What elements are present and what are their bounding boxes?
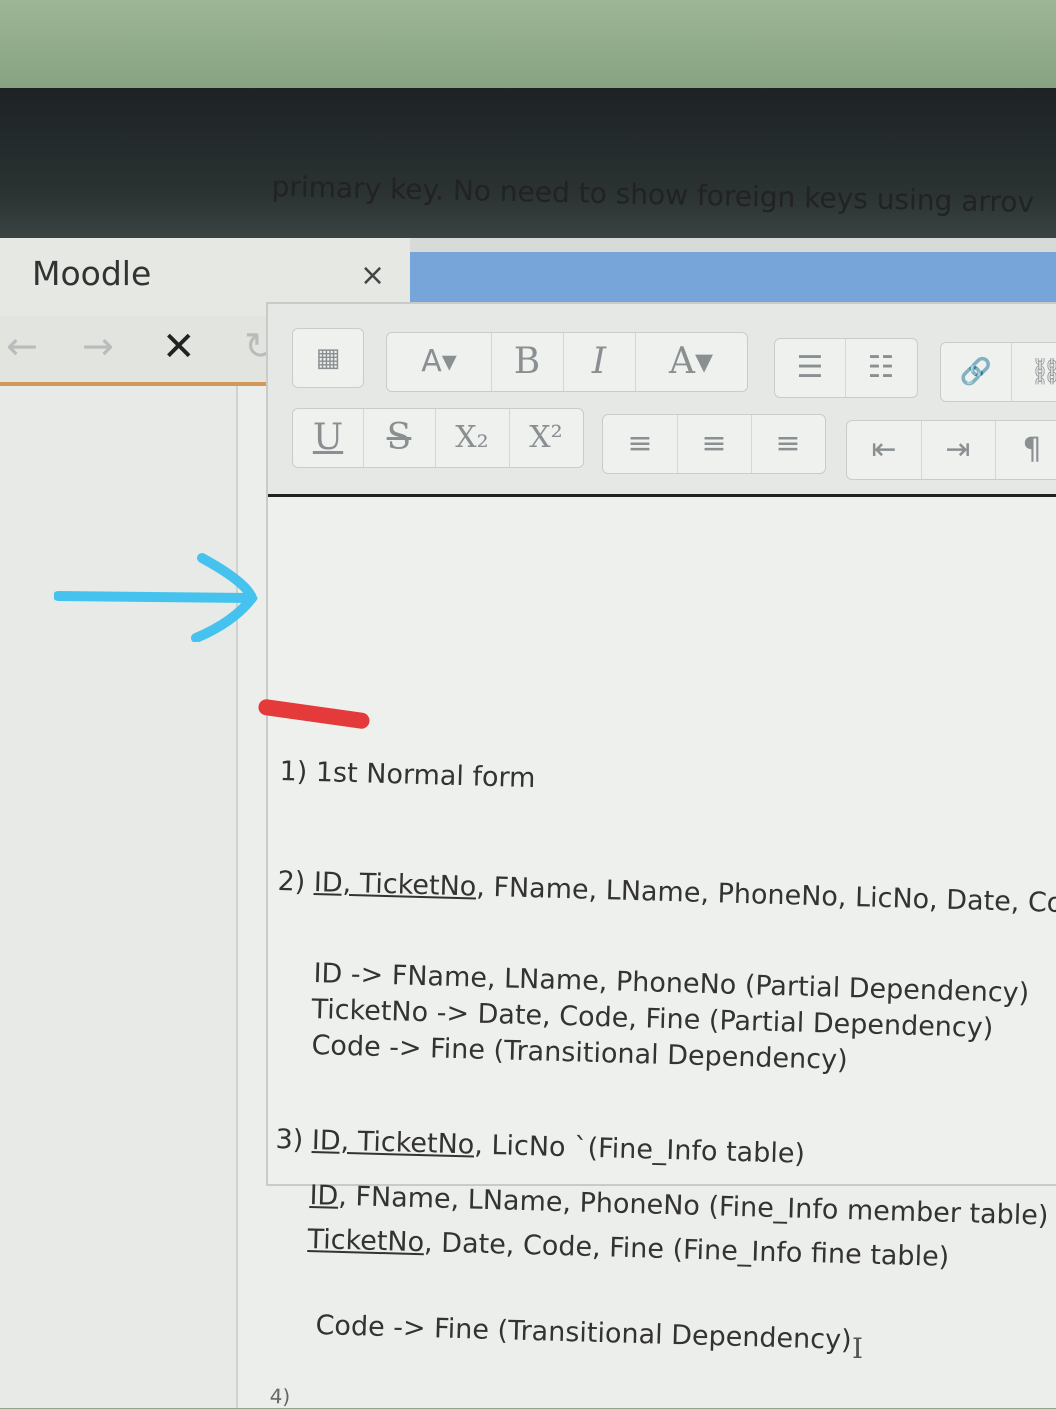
toolbar-group-indent: ⇤ ⇥ ¶ <box>846 420 1056 480</box>
answer-line-2-number: 2) <box>277 866 315 899</box>
answer-line-3-keys: ID, TicketNo <box>311 1125 475 1161</box>
link-icon[interactable]: 🔗 <box>941 343 1012 401</box>
underline-button[interactable]: U <box>293 409 364 467</box>
answer-line-2-rest: , FName, LName, PhoneNo, LicNo, Date, Co <box>475 871 1056 919</box>
align-right-icon[interactable]: ≡ <box>751 415 825 473</box>
text-color-button[interactable]: A▾ <box>635 333 747 391</box>
toolbar-group-links: 🔗 ⛓ <box>940 342 1056 402</box>
toolbar-group-toggle: ▦ <box>292 328 364 388</box>
italic-button[interactable]: I <box>563 333 636 391</box>
show-more-buttons-icon[interactable]: ▦ <box>293 329 363 387</box>
answer-line-4: 4) <box>269 1384 291 1409</box>
strikethrough-button[interactable]: S <box>363 409 436 467</box>
bold-button[interactable]: B <box>491 333 564 391</box>
left-sidebar <box>0 386 238 1408</box>
tab-close-icon[interactable]: × <box>360 258 385 293</box>
align-center-icon[interactable]: ≡ <box>677 415 752 473</box>
subscript-button[interactable]: X₂ <box>435 409 510 467</box>
answer-line-1: 1) 1st Normal form <box>279 756 536 795</box>
answer-line-3-number: 3) <box>275 1124 313 1157</box>
answer-line-2: 2) ID, TicketNo, FName, LName, PhoneNo, … <box>277 866 1056 919</box>
bullet-list-icon[interactable]: ☰ <box>775 339 846 397</box>
font-size-button[interactable]: A▾ <box>387 333 492 391</box>
answer-line-3-rest: , LicNo `(Fine_Info table) <box>473 1129 806 1170</box>
toolbar-group-style: U S X₂ X² <box>292 408 584 468</box>
outdent-icon[interactable]: ⇤ <box>847 421 922 479</box>
text-editor[interactable]: ▦ A▾ B I A▾ ☰ ☷ 🔗 ⛓ U S X₂ X² ≡ ≡ ≡ ⇤ ⇥ … <box>266 302 1056 1409</box>
forward-arrow-icon[interactable]: → <box>82 324 114 368</box>
table-member-key: ID <box>309 1180 339 1212</box>
text-cursor-icon: I <box>852 1332 864 1365</box>
indent-icon[interactable]: ⇥ <box>921 421 996 479</box>
back-arrow-icon[interactable]: ← <box>6 324 38 368</box>
superscript-button[interactable]: X² <box>509 409 583 467</box>
table-fine-key: TicketNo <box>307 1224 425 1259</box>
unlink-icon[interactable]: ⛓ <box>1011 343 1056 401</box>
paragraph-direction-icon[interactable]: ¶ <box>995 421 1056 479</box>
answer-line-3: 3) ID, TicketNo, LicNo `(Fine_Info table… <box>275 1124 805 1170</box>
align-left-icon[interactable]: ≡ <box>603 415 678 473</box>
toolbar-group-format: A▾ B I A▾ <box>386 332 748 392</box>
editor-toolbar: ▦ A▾ B I A▾ ☰ ☷ 🔗 ⛓ U S X₂ X² ≡ ≡ ≡ ⇤ ⇥ … <box>268 304 1056 497</box>
answer-line-2-keys: ID, TicketNo <box>313 867 477 903</box>
toolbar-group-align: ≡ ≡ ≡ <box>602 414 826 474</box>
wall-background <box>0 0 1056 90</box>
tab-title: Moodle <box>32 254 152 293</box>
annotation-arrow <box>54 553 258 642</box>
numbered-list-icon[interactable]: ☷ <box>845 339 917 397</box>
toolbar-group-lists: ☰ ☷ <box>774 338 918 398</box>
stop-icon[interactable]: ✕ <box>162 324 196 370</box>
